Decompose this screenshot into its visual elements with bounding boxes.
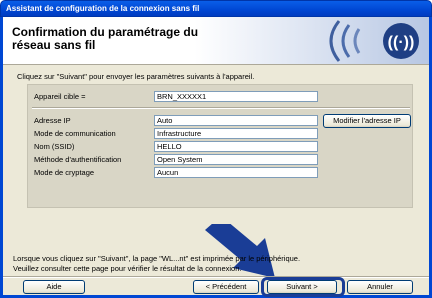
help-button[interactable]: Aide	[23, 280, 85, 294]
field-value: BRN_XXXXX1	[154, 91, 318, 102]
field-value: Aucun	[154, 167, 318, 178]
next-button-label: Suivant >	[286, 282, 318, 291]
field-label: Mode de communication	[34, 129, 116, 138]
intro-text: Cliquez sur "Suivant" pour envoyer les p…	[17, 72, 255, 81]
info-text-line2: Veuillez consulter cette page pour vérif…	[13, 264, 242, 273]
field-label: Appareil cible =	[34, 92, 86, 101]
window-title: Assistant de configuration de la connexi…	[6, 4, 200, 13]
field-row-authentication: Méthode d'authentification Open System	[28, 154, 414, 167]
field-label: Nom (SSID)	[34, 142, 75, 151]
back-button-label: < Précédent	[205, 282, 247, 291]
field-label: Mode de cryptage	[34, 168, 95, 177]
footer-divider	[3, 276, 429, 278]
cancel-button-label: Annuler	[367, 282, 393, 291]
page-title: Confirmation du paramétrage du réseau sa…	[12, 26, 272, 52]
settings-panel: Appareil cible = BRN_XXXXX1 Adresse IP A…	[27, 84, 413, 208]
divider	[32, 107, 410, 109]
cancel-button[interactable]: Annuler	[347, 280, 413, 294]
wizard-window: Confirmation du paramétrage du réseau sa…	[0, 17, 432, 298]
field-value: Infrastructure	[154, 128, 318, 139]
field-row-encryption: Mode de cryptage Aucun	[28, 167, 414, 180]
field-row-target-device: Appareil cible = BRN_XXXXX1	[28, 91, 414, 104]
window-titlebar: Assistant de configuration de la connexi…	[0, 0, 432, 17]
modify-ip-button[interactable]: Modifier l'adresse IP	[323, 114, 411, 128]
wireless-icon: ((·))	[329, 20, 419, 62]
pointer-arrow-icon	[205, 224, 275, 278]
field-label: Adresse IP	[34, 116, 71, 125]
field-value: HELLO	[154, 141, 318, 152]
wizard-header: Confirmation du paramétrage du réseau sa…	[3, 17, 429, 65]
help-button-label: Aide	[46, 282, 62, 291]
page-title-line2: réseau sans fil	[12, 38, 96, 52]
info-text-line1: Lorsque vous cliquez sur "Suivant", la p…	[13, 254, 301, 263]
back-button[interactable]: < Précédent	[193, 280, 259, 294]
svg-text:((·)): ((·))	[388, 34, 415, 51]
field-row-communication-mode: Mode de communication Infrastructure	[28, 128, 414, 141]
field-label: Méthode d'authentification	[34, 155, 122, 164]
field-value: Auto	[154, 115, 318, 126]
field-value: Open System	[154, 154, 318, 165]
field-row-ssid: Nom (SSID) HELLO	[28, 141, 414, 154]
modify-ip-button-label: Modifier l'adresse IP	[333, 116, 401, 125]
next-button[interactable]: Suivant >	[267, 280, 337, 294]
